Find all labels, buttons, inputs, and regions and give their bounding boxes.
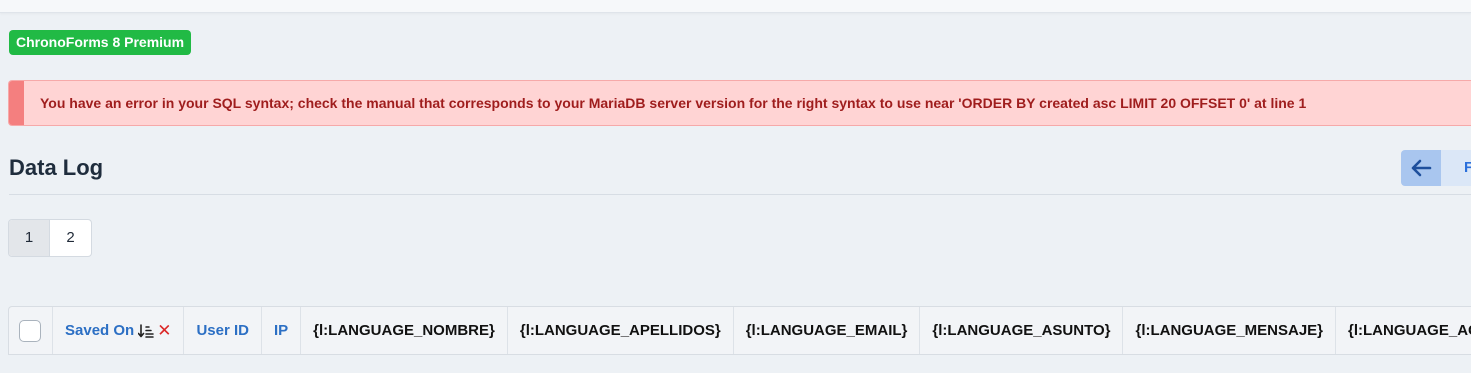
arrow-left-icon	[1411, 159, 1432, 177]
page-button-1[interactable]: 1	[9, 220, 50, 256]
remove-sort-icon[interactable]: ✕	[157, 321, 171, 340]
column-header-user-id[interactable]: User ID	[183, 307, 262, 354]
select-all-cell	[9, 307, 53, 354]
column-label: Saved On	[65, 321, 135, 339]
product-badge: ChronoForms 8 Premium	[9, 30, 192, 55]
column-header-acepta: {l:LANGUAGE_ACEPTA	[1335, 307, 1471, 354]
page-button-2[interactable]: 2	[50, 220, 91, 256]
back-button[interactable]	[1401, 150, 1441, 186]
column-header-apellidos: {l:LANGUAGE_APELLIDOS}	[507, 307, 734, 354]
page-title: Data Log	[9, 155, 104, 180]
error-alert: You have an error in your SQL syntax; ch…	[8, 80, 1471, 126]
column-header-asunto: {l:LANGUAGE_ASUNTO}	[919, 307, 1124, 354]
data-table: Saved On ✕ User ID IP {l:LANGUAGE_NOMBRE…	[8, 306, 1471, 355]
pagination: 1 2	[8, 219, 92, 257]
column-header-ip[interactable]: IP	[261, 307, 302, 354]
table-header-row: Saved On ✕ User ID IP {l:LANGUAGE_NOMBRE…	[9, 307, 1471, 354]
sort-ascending-icon[interactable]	[138, 323, 154, 338]
select-all-checkbox[interactable]	[19, 319, 41, 342]
toolbar-button-label: F	[1464, 159, 1471, 176]
top-bar	[0, 0, 1471, 13]
column-header-email: {l:LANGUAGE_EMAIL}	[733, 307, 921, 354]
toolbar-button[interactable]: F	[1441, 150, 1471, 186]
column-header-nombre: {l:LANGUAGE_NOMBRE}	[300, 307, 508, 354]
title-divider	[9, 194, 1471, 195]
column-header-mensaje: {l:LANGUAGE_MENSAJE}	[1122, 307, 1337, 354]
column-header-saved-on[interactable]: Saved On ✕	[52, 307, 185, 354]
error-message: You have an error in your SQL syntax; ch…	[40, 95, 1307, 111]
alert-stripe	[9, 81, 24, 125]
